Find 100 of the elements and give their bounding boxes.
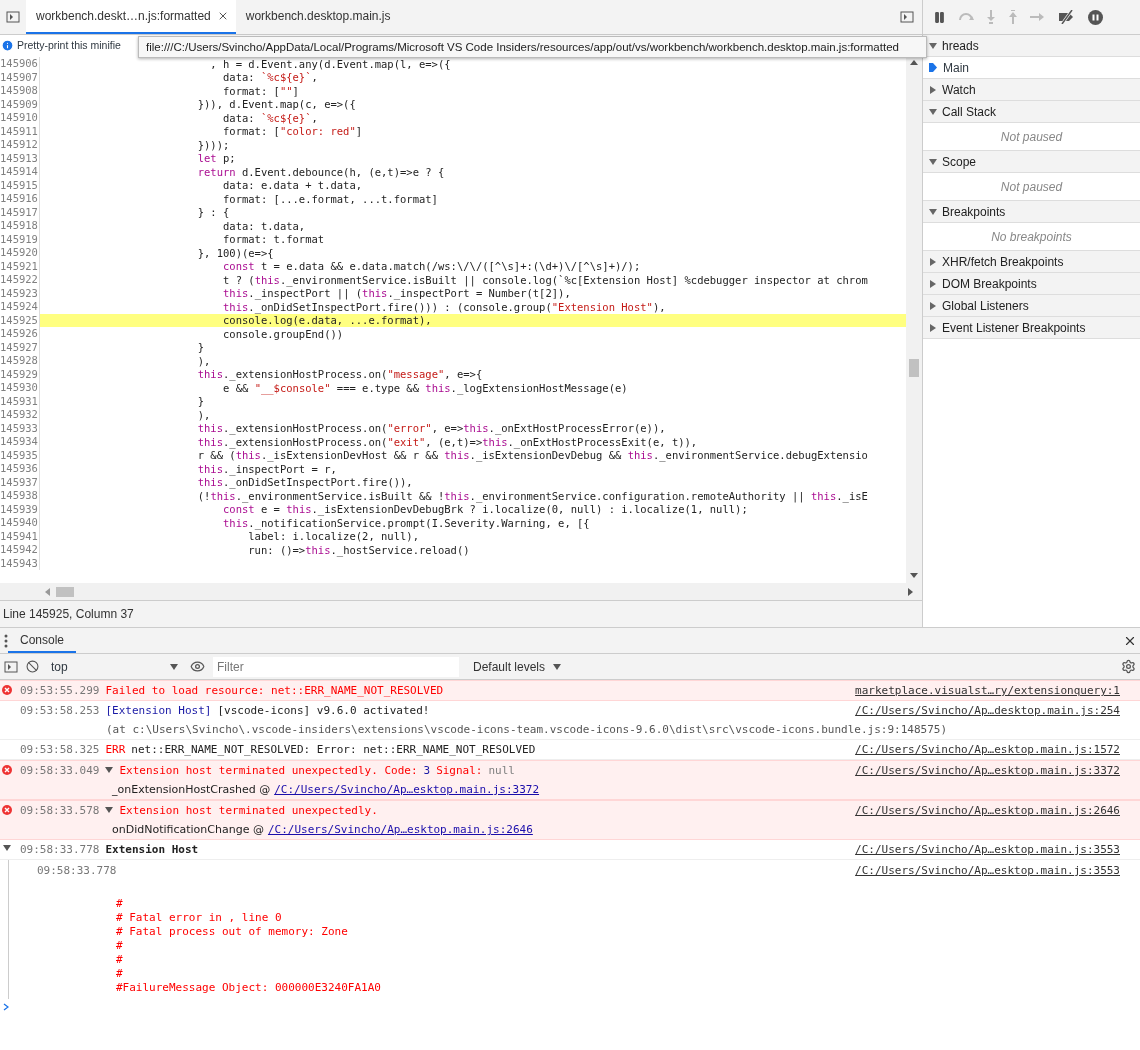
log-line: #FailureMessage Object: 000000E3240FA1A0 (115, 981, 382, 995)
group-title[interactable]: Extension Host (105, 843, 199, 856)
line-number: 145930 (0, 381, 40, 395)
deactivate-breakpoints-icon[interactable] (1058, 10, 1076, 24)
expand-icon[interactable] (929, 323, 937, 332)
log-line: # (115, 939, 124, 953)
code-line: r && (this._isExtensionDevHost && r && this._isExtensionDevDebug && this._environmentService.debugExtensio (196, 449, 868, 462)
pause-on-exceptions-icon[interactable] (1088, 9, 1103, 25)
stack-function: onDidNotificationChange @ (112, 823, 264, 836)
code-line: } (196, 395, 205, 408)
code-line: format: ["color: red"] (222, 125, 363, 138)
line-number: 145908 (0, 84, 40, 98)
code-line: this._inspectPort = r, (196, 462, 337, 475)
error-icon (2, 805, 12, 815)
vertical-scrollbar[interactable] (906, 55, 922, 583)
code-line: data: `%c${e}`, (222, 71, 318, 84)
expand-icon[interactable] (929, 301, 937, 310)
expand-icon[interactable] (105, 766, 114, 774)
stack-link[interactable]: /C:/Users/Svincho/Ap…esktop.main.js:3372 (274, 783, 540, 796)
message-text: Extension host terminated unexpectedly. (119, 804, 378, 817)
message-detail: (at c:\Users\Svincho\.vscode-insiders\extensions\vscode-icons-team.vscode-icons-9.6.0\dist\src\vscode-icons.bundle.js:9:148575) (106, 723, 949, 736)
source-link[interactable]: marketplace.visualst…ry/extensionquery:1 (855, 684, 1120, 697)
cursor-position: Line 145925, Column 37 (0, 600, 922, 627)
scroll-thumb[interactable] (56, 586, 74, 597)
section-header[interactable]: XHR/fetch Breakpoints (923, 251, 1140, 273)
horizontal-scrollbar[interactable] (0, 583, 922, 600)
code-line: t ? (this._environmentService.isBuilt || console.log(`%c[Extension Host] %cdebugger inspector at chrom (222, 273, 868, 286)
code-line: this._onDidSetInspectPort.fire())) : (console.group("Extension Host"), (222, 300, 666, 313)
section-header[interactable]: hreads (923, 35, 1140, 57)
section-header[interactable]: Scope (923, 151, 1140, 173)
log-line: # (115, 953, 124, 967)
message-text: Extension host terminated unexpectedly. Code: (119, 764, 418, 777)
eye-icon[interactable] (190, 659, 205, 674)
line-number: 145916 (0, 192, 40, 206)
navigator-toggle-icon[interactable] (6, 10, 20, 24)
line-number: 145922 (0, 273, 40, 287)
code-line: })), d.Event.map(c, e=>({ (196, 98, 356, 111)
editor-tab[interactable]: workbench.deskt…n.js:formatted (26, 0, 236, 34)
sidebar-toggle-icon[interactable] (4, 659, 18, 674)
scroll-right-icon[interactable] (906, 587, 914, 596)
code-line: const e = this._isExtensionDevDebugBrk ? i.localize(0, null) : i.localize(1, null); (222, 503, 748, 516)
pause-icon[interactable] (933, 10, 946, 24)
expand-icon[interactable] (929, 85, 937, 94)
settings-icon[interactable] (1121, 659, 1136, 674)
code-line: } : { (196, 206, 230, 219)
line-number: 145924 (0, 300, 40, 314)
line-number: 145940 (0, 516, 40, 530)
line-number: 145938 (0, 489, 40, 503)
expand-icon[interactable] (3, 844, 11, 852)
scroll-thumb[interactable] (909, 359, 919, 377)
info-message: Pretty-print this minifie (17, 39, 121, 51)
section-header[interactable]: DOM Breakpoints (923, 273, 1140, 295)
code-line: ), (196, 408, 211, 421)
code-line: data: `%c${e}`, (222, 111, 318, 124)
clear-console-icon[interactable] (26, 660, 39, 673)
filter-field[interactable]: Filter (213, 656, 459, 677)
source-link[interactable]: /C:/Users/Svincho/Ap…esktop.main.js:3553 (855, 843, 1120, 856)
source-link[interactable]: /C:/Users/Svincho/Ap…esktop.main.js:3553 (855, 864, 1120, 877)
timestamp: 09:58:33.049 (20, 764, 100, 777)
code-line: let p; (196, 152, 236, 165)
context-select[interactable]: top (47, 659, 182, 674)
section-title: Watch (942, 82, 976, 97)
source-link[interactable]: /C:/Users/Svincho/Ap…esktop.main.js:2646 (855, 804, 1120, 817)
section-title: Breakpoints (942, 204, 1006, 219)
caret-icon[interactable] (553, 663, 562, 670)
section-title: DOM Breakpoints (942, 276, 1037, 291)
expand-icon[interactable] (929, 41, 937, 50)
section-title: Scope (942, 154, 977, 169)
caret-icon[interactable] (170, 663, 178, 670)
stack-link[interactable]: /C:/Users/Svincho/Ap…esktop.main.js:2646 (267, 823, 533, 836)
scroll-down-icon[interactable] (910, 571, 918, 579)
expand-icon[interactable] (929, 107, 937, 116)
expand-icon[interactable] (105, 806, 114, 814)
code-line: const t = e.data && e.data.match(/ws:\/\/([^\s]+:(\d+)\/[^\s]+)/); (222, 260, 641, 273)
editor-tab[interactable]: workbench.desktop.main.js (235, 0, 398, 34)
section-header[interactable]: Event Listener Breakpoints (923, 317, 1140, 339)
expand-icon[interactable] (929, 157, 937, 166)
levels-dropdown[interactable]: Default levels (473, 659, 546, 674)
line-number: 145906 (0, 57, 40, 71)
source-link[interactable]: /C:/Users/Svincho/Ap…esktop.main.js:3372 (855, 764, 1120, 777)
section-header[interactable]: Call Stack (923, 101, 1140, 123)
timestamp: 09:53:55.299 (20, 684, 100, 697)
expand-icon[interactable] (929, 257, 937, 266)
timestamp: 09:58:33.578 (20, 804, 100, 817)
section-header[interactable]: Watch (923, 79, 1140, 101)
section-header[interactable]: Global Listeners (923, 295, 1140, 317)
source-link[interactable]: /C:/Users/Svincho/Ap…esktop.main.js:1572 (855, 743, 1120, 756)
section-title: hreads (942, 38, 979, 53)
section-header[interactable]: Breakpoints (923, 201, 1140, 223)
more-icon[interactable] (4, 633, 8, 648)
section-title: Event Listener Breakpoints (942, 320, 1086, 335)
code-line: this._inspectPort || (this._inspectPort = Number(t[2]), (222, 287, 571, 300)
debugger-toggle-icon[interactable] (900, 10, 914, 24)
code-line: ), (196, 354, 211, 367)
source-link[interactable]: /C:/Users/Svincho/Ap…desktop.main.js:254 (855, 704, 1120, 717)
message-text: [vscode-icons] v9.6.0 activated! (217, 704, 430, 717)
timestamp: 09:58:33.778 (20, 843, 100, 856)
expand-icon[interactable] (929, 279, 937, 288)
expand-icon[interactable] (929, 207, 937, 216)
code-line: label: i.localize(2, null), (247, 530, 419, 543)
